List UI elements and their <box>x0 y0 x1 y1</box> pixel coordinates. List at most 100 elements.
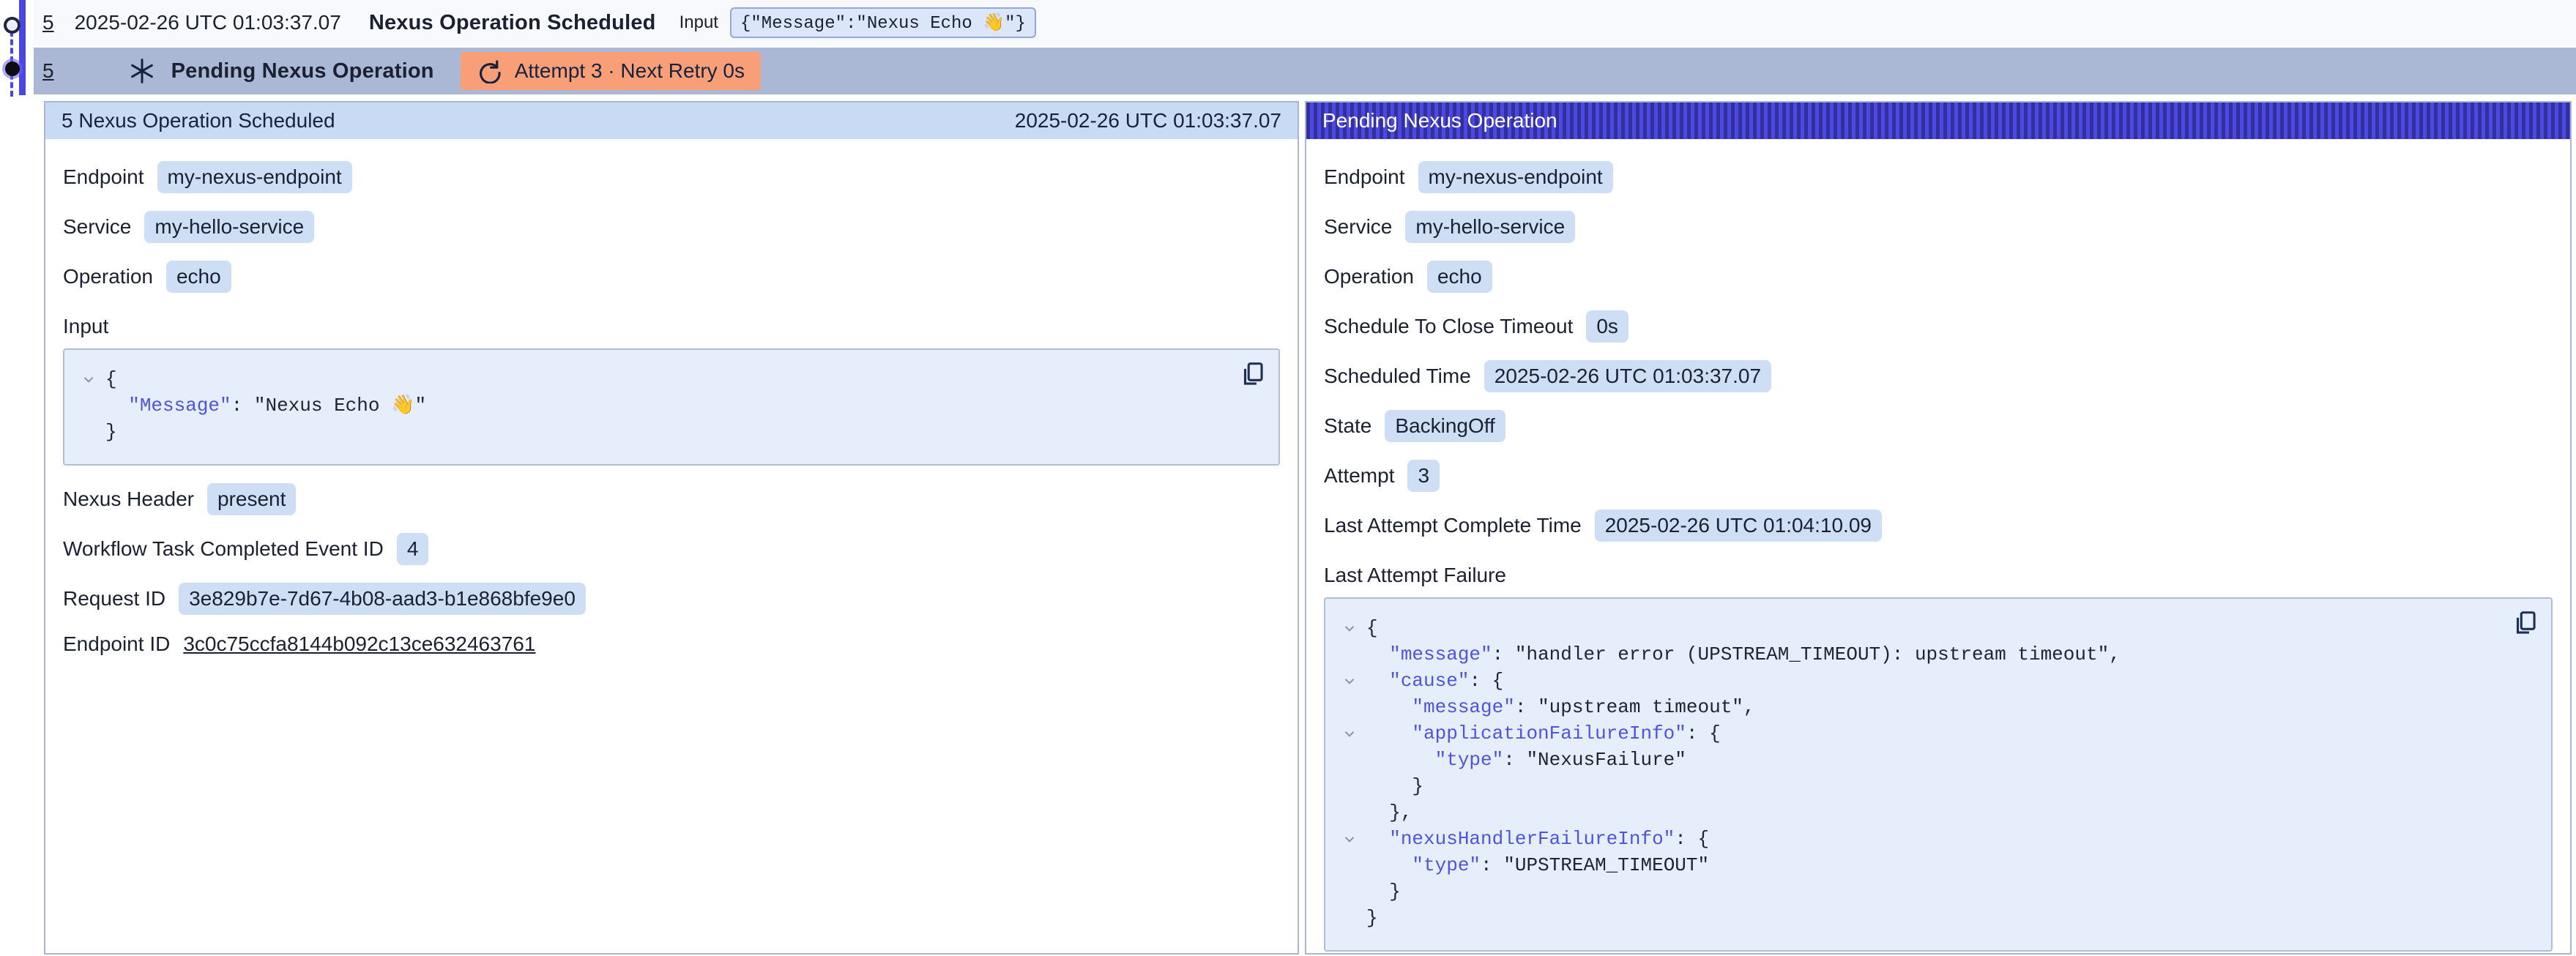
failure-json-viewer: { "message": "handler error (UPSTREAM_TI… <box>1324 597 2553 952</box>
field-label: Service <box>63 215 131 239</box>
copy-icon <box>2511 609 2539 637</box>
code-text: }, <box>1366 799 1412 826</box>
field-label: Endpoint <box>1324 165 1405 189</box>
code-line: "type": "NexusFailure" <box>1333 747 2500 773</box>
input-json-viewer: { "Message": "Nexus Echo 👋"} <box>63 348 1280 466</box>
pending-asterisk-icon <box>129 58 155 84</box>
code-line: "Message": "Nexus Echo 👋" <box>72 392 1227 419</box>
scheduled-event-panel: 5 Nexus Operation Scheduled 2025-02-26 U… <box>44 101 1299 955</box>
copy-button[interactable] <box>2510 609 2539 638</box>
field-value-badge: 4 <box>397 533 429 565</box>
code-line: { <box>72 366 1227 392</box>
scheduled-panel-body: Endpoint my-nexus-endpoint Service my-he… <box>45 139 1298 691</box>
collapse-caret-icon[interactable] <box>1333 725 1366 742</box>
field-value-badge: BackingOff <box>1385 410 1505 442</box>
field-request-id: Request ID 3e829b7e-7d67-4b08-aad3-b1e86… <box>63 583 1280 615</box>
event-detail-panels: 5 Nexus Operation Scheduled 2025-02-26 U… <box>44 101 2572 955</box>
code-text: "applicationFailureInfo": { <box>1366 720 1721 747</box>
event-row-scheduled[interactable]: 5 2025-02-26 UTC 01:03:37.07 Nexus Opera… <box>34 0 2576 45</box>
field-label: Request ID <box>63 587 165 610</box>
retry-badge-label: Attempt 3 · Next Retry 0s <box>515 59 745 83</box>
input-section-label: Input <box>63 315 1280 338</box>
field-value-badge: 0s <box>1586 310 1628 343</box>
code-text: "cause": { <box>1366 668 1503 694</box>
field-label: State <box>1324 414 1371 438</box>
code-text: "Message": "Nexus Echo 👋" <box>105 392 426 419</box>
code-line: "type": "UPSTREAM_TIMEOUT" <box>1333 852 2500 878</box>
field-value-badge: 2025-02-26 UTC 01:03:37.07 <box>1484 360 1771 392</box>
field-label: Last Attempt Complete Time <box>1324 514 1582 537</box>
code-line: } <box>1333 878 2500 905</box>
field-service: Service my-hello-service <box>63 211 1280 243</box>
pending-panel-title: Pending Nexus Operation <box>1322 109 1557 132</box>
event-row-pending-selected[interactable]: 5 Pending Nexus Operation Attempt 3 · Ne… <box>34 48 2576 94</box>
field-label: Endpoint ID <box>63 632 170 656</box>
field-label: Service <box>1324 215 1392 239</box>
code-line: } <box>1333 773 2500 799</box>
code-line: "nexusHandlerFailureInfo": { <box>1333 826 2500 852</box>
event-history-rows: 5 2025-02-26 UTC 01:03:37.07 Nexus Opera… <box>34 0 2576 94</box>
field-workflow-task-completed-event-id: Workflow Task Completed Event ID 4 <box>63 533 1280 565</box>
code-text: "type": "UPSTREAM_TIMEOUT" <box>1366 852 1709 878</box>
field-label: Scheduled Time <box>1324 365 1471 388</box>
timeline-duration-bar <box>19 0 26 95</box>
event-title: Nexus Operation Scheduled <box>369 11 656 35</box>
code-line: "applicationFailureInfo": { <box>1333 720 2500 747</box>
field-attempt: Attempt 3 <box>1324 460 2553 492</box>
field-label: Nexus Header <box>63 488 194 511</box>
field-operation: Operation echo <box>63 261 1280 293</box>
scheduled-panel-title: 5 Nexus Operation Scheduled <box>62 109 335 132</box>
field-state: State BackingOff <box>1324 410 2553 442</box>
code-text: "message": "handler error (UPSTREAM_TIME… <box>1366 641 2121 668</box>
input-label: Input <box>680 12 718 33</box>
code-text: } <box>1366 905 1378 931</box>
event-timeline-rail <box>0 0 34 98</box>
code-line: "cause": { <box>1333 668 2500 694</box>
field-value-badge: 3 <box>1407 460 1440 492</box>
field-value-badge: echo <box>1427 261 1492 293</box>
field-service: Service my-hello-service <box>1324 211 2553 243</box>
copy-button[interactable] <box>1237 360 1267 389</box>
field-value-badge: 2025-02-26 UTC 01:04:10.09 <box>1595 509 1882 542</box>
field-schedule-to-close-timeout: Schedule To Close Timeout 0s <box>1324 310 2553 343</box>
code-text: } <box>105 419 117 445</box>
collapse-caret-icon[interactable] <box>1333 673 1366 689</box>
field-label: Workflow Task Completed Event ID <box>63 537 384 561</box>
field-label: Attempt <box>1324 464 1394 488</box>
field-label: Operation <box>1324 265 1414 288</box>
field-label: Schedule To Close Timeout <box>1324 315 1573 338</box>
code-text: } <box>1366 878 1401 905</box>
field-value-badge: my-nexus-endpoint <box>1418 161 1613 193</box>
collapse-caret-icon[interactable] <box>1333 620 1366 636</box>
endpoint-id-link[interactable]: 3c0c75ccfa8144b092c13ce632463761 <box>183 632 535 656</box>
field-last-attempt-complete-time: Last Attempt Complete Time 2025-02-26 UT… <box>1324 509 2553 542</box>
code-line: { <box>1333 615 2500 641</box>
event-id-link[interactable]: 5 <box>42 11 54 34</box>
retry-icon <box>477 59 502 83</box>
code-line: }, <box>1333 799 2500 826</box>
code-line: "message": "handler error (UPSTREAM_TIME… <box>1333 641 2500 668</box>
timeline-open-circle-icon <box>4 17 21 34</box>
code-line: } <box>72 419 1227 445</box>
collapse-caret-icon[interactable] <box>72 371 105 387</box>
pending-operation-panel: Pending Nexus Operation Endpoint my-nexu… <box>1305 101 2572 955</box>
code-text: { <box>1366 615 1378 641</box>
event-title: Pending Nexus Operation <box>171 59 434 83</box>
field-label: Endpoint <box>63 165 144 189</box>
code-text: "nexusHandlerFailureInfo": { <box>1366 826 1709 852</box>
retry-status-badge: Attempt 3 · Next Retry 0s <box>461 52 761 90</box>
code-text: "message": "upstream timeout", <box>1366 694 1755 720</box>
last-attempt-failure-label: Last Attempt Failure <box>1324 564 2553 587</box>
copy-icon <box>1238 360 1266 388</box>
field-value-badge: my-nexus-endpoint <box>157 161 352 193</box>
code-text: } <box>1366 773 1423 799</box>
code-text: "type": "NexusFailure" <box>1366 747 1686 773</box>
field-scheduled-time: Scheduled Time 2025-02-26 UTC 01:03:37.0… <box>1324 360 2553 392</box>
collapse-caret-icon[interactable] <box>1333 831 1366 847</box>
field-value-badge: present <box>207 483 296 515</box>
field-value-badge: my-hello-service <box>144 211 314 243</box>
code-line: } <box>1333 905 2500 931</box>
event-id-link[interactable]: 5 <box>42 59 54 83</box>
scheduled-panel-timestamp: 2025-02-26 UTC 01:03:37.07 <box>1015 109 1281 132</box>
field-endpoint: Endpoint my-nexus-endpoint <box>1324 161 2553 193</box>
